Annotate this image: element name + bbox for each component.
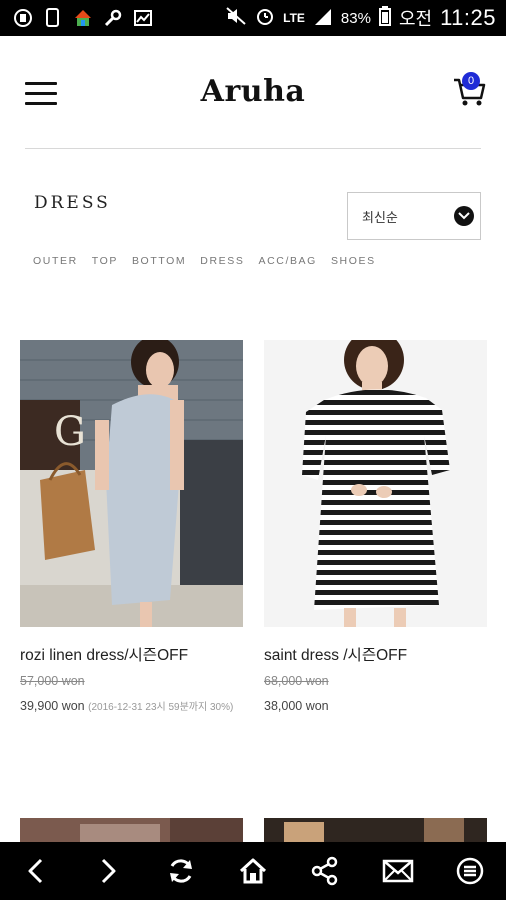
signal-icon (313, 7, 333, 30)
category-link-acc-bag[interactable]: ACC/BAG (258, 255, 316, 267)
mail-icon[interactable] (378, 851, 418, 891)
cart-count-badge: 0 (462, 72, 480, 90)
mute-icon (225, 6, 247, 31)
category-link-bottom[interactable]: BOTTOM (132, 255, 186, 267)
notification-app-icon (12, 7, 34, 29)
product-card[interactable]: saint dress /시즌OFF 68,000 won 38,000 won (264, 340, 487, 716)
browser-bottom-nav (0, 842, 506, 900)
product-name[interactable]: rozi linen dress/시즌OFF (20, 643, 243, 665)
store-logo[interactable]: Aruha (0, 74, 506, 109)
chevron-down-icon (454, 206, 474, 226)
product-card[interactable]: G rozi linen dress/시즌OFF 57,000 won 39,9… (20, 340, 243, 718)
sale-price-value: 39,900 won (20, 699, 85, 713)
home-app-icon (72, 7, 94, 29)
back-icon[interactable] (16, 851, 56, 891)
refresh-icon[interactable] (161, 851, 201, 891)
status-bar: LTE 83% 오전 11:25 (0, 0, 506, 36)
product-image[interactable] (264, 340, 487, 627)
share-icon[interactable] (305, 851, 345, 891)
sale-price-value: 38,000 won (264, 699, 329, 713)
forward-icon[interactable] (88, 851, 128, 891)
product-name[interactable]: saint dress /시즌OFF (264, 643, 487, 665)
ampm: 오전 (398, 9, 433, 29)
category-nav: OUTER TOP BOTTOM DRESS ACC/BAG SHOES (33, 255, 376, 267)
product-sale-price: 38,000 won (264, 696, 487, 716)
menu-circle-icon[interactable] (450, 851, 490, 891)
product-original-price: 57,000 won (20, 674, 85, 688)
battery-icon (378, 5, 391, 31)
clock: 11:25 (440, 5, 496, 30)
app-header: Aruha 0 (0, 36, 506, 149)
category-title: DRESS (34, 193, 111, 213)
header-divider (25, 148, 481, 149)
wrench-icon (102, 7, 124, 29)
product-image[interactable]: G (20, 340, 243, 627)
svg-text:G: G (54, 409, 86, 455)
category-link-outer[interactable]: OUTER (33, 255, 78, 267)
image-icon (132, 7, 154, 29)
network-type: LTE (283, 11, 305, 25)
product-original-price: 68,000 won (264, 674, 329, 688)
category-link-dress[interactable]: DRESS (200, 255, 244, 267)
category-link-shoes[interactable]: SHOES (331, 255, 376, 267)
product-image-partial[interactable] (20, 818, 243, 842)
alarm-icon (255, 6, 275, 31)
sale-note: (2016-12-31 23시 59분까지 30%) (88, 702, 234, 713)
sort-selected-value: 최신순 (362, 209, 398, 225)
product-image-partial[interactable] (264, 818, 487, 842)
phone-icon (42, 7, 64, 29)
battery-percent: 83% (340, 9, 371, 27)
product-sale-price: 39,900 won (2016-12-31 23시 59분까지 30%) (20, 696, 243, 718)
category-link-top[interactable]: TOP (92, 255, 118, 267)
home-icon[interactable] (233, 851, 273, 891)
sort-dropdown[interactable]: 최신순 (347, 192, 481, 240)
